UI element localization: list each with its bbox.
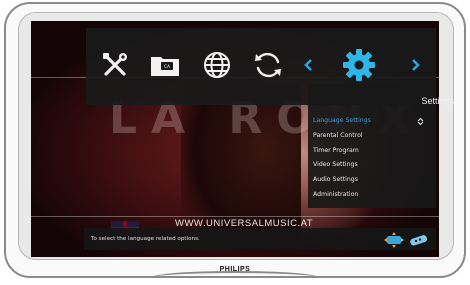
menu-item-administration[interactable]: Administration [308,188,436,203]
settings-title: Settings [421,96,454,106]
gear-icon[interactable] [342,48,376,82]
globe-icon[interactable] [200,48,234,82]
menu-item-audio-settings[interactable]: Audio Settings [308,173,436,188]
chevron-left-icon[interactable] [298,48,318,82]
menu-item-parental-control[interactable]: Parental Control [308,129,436,144]
info-text: To select the language related options. [91,236,200,242]
menu-item-language-settings[interactable]: Language Settings [308,114,436,129]
menu-item-label: Language Settings [313,117,371,124]
menu-item-label: Audio Settings [313,176,358,184]
menu-item-timer-program[interactable]: Timer Program [308,144,436,159]
menu-item-label: Parental Control [313,131,363,139]
refresh-icon[interactable] [251,48,285,82]
divider-line [31,216,439,217]
tools-icon[interactable] [98,48,132,82]
chevron-right-icon[interactable] [406,48,426,82]
brand-logo: PHILIPS [219,266,251,273]
remote-icon [407,231,429,249]
card-label: CA [164,64,171,70]
card-folder-icon[interactable]: CA [148,48,182,82]
up-down-arrows-icon [417,117,424,126]
menu-item-label: Timer Program [313,146,359,154]
nav-arrows-icon [383,231,405,249]
tv-stand [150,271,320,285]
menu-item-label: Video Settings [313,161,358,169]
menu-item-video-settings[interactable]: Video Settings [308,158,436,173]
settings-menu-list: Language Settings Parental Control Timer… [308,114,436,203]
menu-item-label: Administration [313,190,359,198]
